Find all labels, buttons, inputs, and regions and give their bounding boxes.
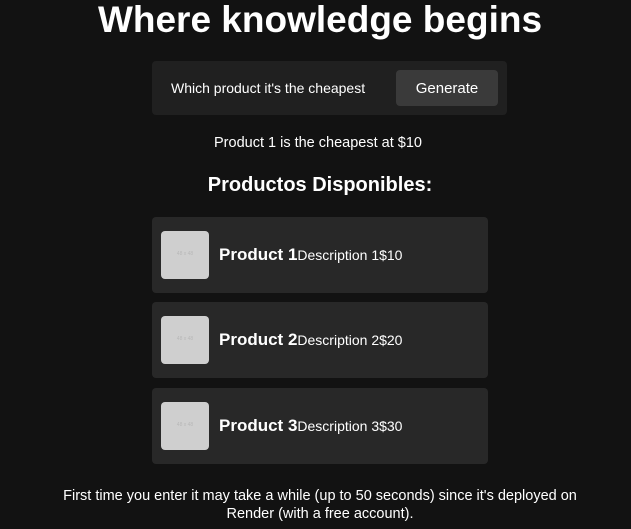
product-price: $20 [379, 332, 403, 348]
answer-text: Product 1 is the cheapest at $10 [214, 135, 422, 150]
product-name: Product 1 [219, 245, 298, 264]
product-description: Description 3 [297, 418, 380, 434]
product-description: Description 2 [297, 332, 380, 348]
product-name: Product 2 [219, 330, 298, 349]
product-card: 48 x 48 Product 2Description 2$20 [152, 302, 488, 378]
footer-note: First time you enter it may take a while… [63, 488, 577, 522]
product-image-placeholder-text: 48 x 48 [176, 251, 194, 257]
query-input[interactable] [164, 75, 385, 101]
product-card: 48 x 48 Product 3Description 3$30 [152, 388, 488, 464]
page-title: Where knowledge begins [97, 0, 543, 40]
product-info: Product 2Description 2$20 [219, 302, 402, 378]
product-card: 48 x 48 Product 1Description 1$10 [152, 217, 488, 293]
generate-button[interactable]: Generate [396, 70, 498, 106]
product-price: $30 [379, 418, 403, 434]
product-image: 48 x 48 [161, 402, 209, 450]
page: Where knowledge begins Generate Product … [0, 0, 631, 529]
product-description: Description 1 [297, 247, 380, 263]
product-image-placeholder-text: 48 x 48 [176, 336, 194, 342]
product-info: Product 3Description 3$30 [219, 388, 402, 464]
product-image: 48 x 48 [161, 316, 209, 364]
product-image: 48 x 48 [161, 231, 209, 279]
product-info: Product 1Description 1$10 [219, 217, 402, 293]
product-image-placeholder-text: 48 x 48 [176, 422, 194, 428]
products-heading: Productos Disponibles: [207, 174, 433, 196]
query-form: Generate [152, 61, 507, 115]
product-price: $10 [379, 247, 403, 263]
product-name: Product 3 [219, 416, 298, 435]
